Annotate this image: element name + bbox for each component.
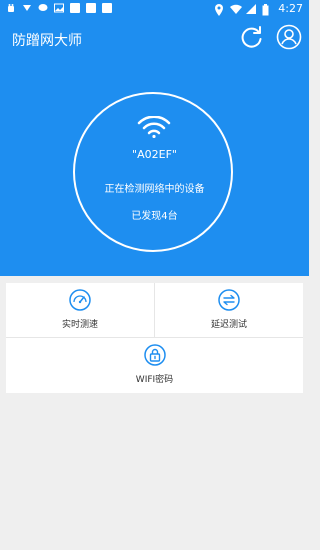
app-icon: [70, 3, 80, 13]
chat-icon: [38, 3, 48, 13]
page-title: 防蹭网大师: [12, 33, 82, 49]
refresh-button[interactable]: [239, 24, 265, 50]
empty-content-area: [0, 400, 309, 550]
status-time: 4:27: [278, 2, 303, 15]
wifi-ssid: "A02EF": [132, 148, 177, 161]
wifi-icon: [137, 115, 171, 139]
signal-icon: [246, 3, 257, 14]
battery-icon: [262, 3, 272, 15]
app-icon: [86, 3, 96, 13]
tool-latency-test[interactable]: 延迟测试: [155, 283, 303, 337]
devices-found-text: 已发现4台: [131, 211, 178, 222]
tool-label: 延迟测试: [210, 320, 247, 330]
android-icon: [6, 3, 16, 13]
app-icon: [102, 3, 112, 13]
speedometer-icon: [69, 289, 91, 311]
latency-icon: [218, 289, 240, 311]
tool-speed-test[interactable]: 实时测速: [6, 283, 154, 337]
status-icons-left: [6, 3, 112, 13]
profile-button[interactable]: [276, 24, 302, 50]
refresh-icon: [241, 26, 262, 48]
tools-grid: 实时测速 延迟测试 WIFI密码: [6, 283, 303, 393]
location-icon: [214, 3, 224, 16]
wifi-status-icon: [230, 4, 243, 14]
notification-icon: [22, 3, 32, 13]
header: 防蹭网大师 "A02EF" 正在检测网络中的设备 已发现4台: [0, 18, 309, 276]
user-icon: [276, 24, 302, 50]
tool-label: WIFI密码: [135, 375, 174, 385]
tool-label: 实时测速: [61, 320, 98, 330]
status-bar: 4:27: [0, 0, 309, 18]
image-icon: [54, 3, 64, 13]
scan-status-text: 正在检测网络中的设备: [104, 184, 205, 195]
lock-icon: [143, 344, 166, 366]
status-icons-right: 4:27: [214, 2, 303, 16]
tool-wifi-password[interactable]: WIFI密码: [6, 338, 303, 393]
